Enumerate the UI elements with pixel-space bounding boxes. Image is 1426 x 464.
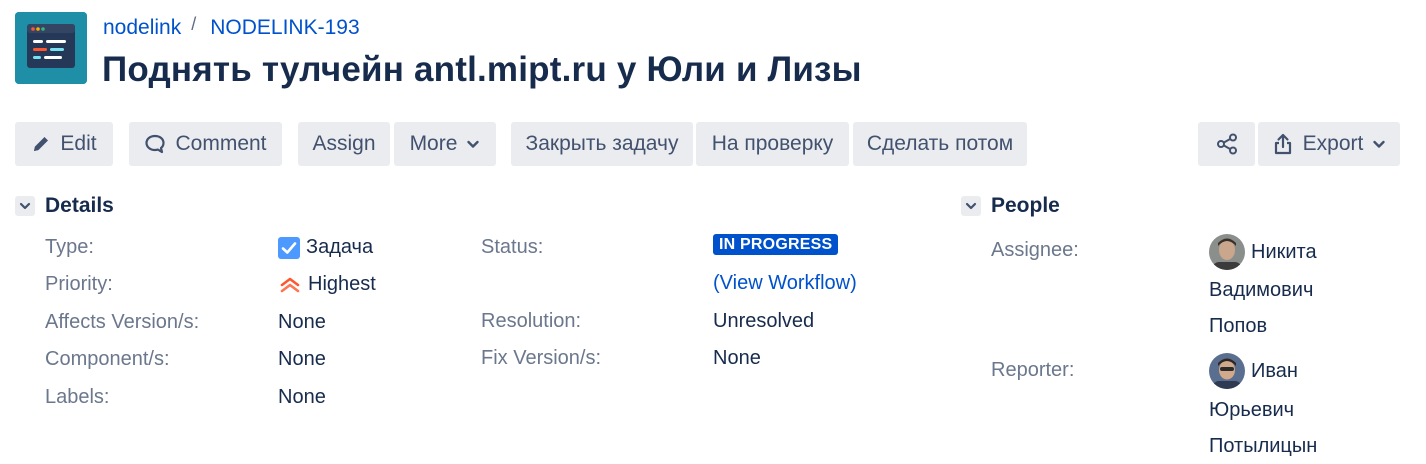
reporter-name-line3: Потылицын	[1209, 435, 1318, 457]
breadcrumb-issue-key-link[interactable]: NODELINK-193	[210, 16, 359, 40]
view-workflow-link[interactable]: View Workflow	[720, 272, 850, 295]
people-toggle[interactable]	[961, 196, 981, 216]
more-button[interactable]: More	[394, 122, 496, 166]
fix-version-label: Fix Version/s:	[481, 347, 602, 369]
close-task-button-label: Закрыть задачу	[525, 132, 679, 155]
edit-button[interactable]: Edit	[15, 122, 113, 166]
breadcrumb-project-link[interactable]: nodelink	[103, 16, 181, 40]
component-value: None	[278, 348, 326, 370]
status-lozenge[interactable]: IN PROGRESS	[713, 234, 839, 255]
comment-button[interactable]: Comment	[129, 122, 282, 166]
people-section-header[interactable]: People	[961, 194, 1060, 218]
view-workflow: ( View Workflow )	[713, 272, 857, 295]
more-button-label: More	[409, 132, 458, 155]
assignee-user[interactable]: Никита	[1209, 234, 1317, 270]
type-value-text: Задача	[306, 236, 374, 258]
affects-version-label: Affects Version/s:	[45, 311, 200, 333]
do-later-button[interactable]: Сделать потом	[853, 122, 1027, 166]
resolution-label: Resolution:	[481, 310, 582, 332]
affects-version-value: None	[278, 311, 326, 333]
share-button[interactable]	[1198, 122, 1255, 166]
labels-value: None	[278, 386, 326, 408]
details-section-header[interactable]: Details	[15, 194, 114, 218]
avatar	[1209, 353, 1245, 389]
user-avatar-icon	[1209, 353, 1245, 389]
assign-button-label: Assign	[312, 132, 376, 155]
task-checkbox-icon	[278, 236, 300, 259]
breadcrumb: nodelink / NODELINK-193	[103, 13, 360, 40]
to-review-button-label: На проверку	[711, 132, 834, 155]
chevron-down-icon	[965, 202, 977, 210]
pencil-icon	[34, 137, 49, 151]
reporter-user[interactable]: Иван	[1209, 353, 1298, 389]
resolution-value: Unresolved	[713, 310, 815, 332]
assignee-name-line1: Никита	[1251, 241, 1317, 263]
chevron-down-icon	[467, 140, 480, 148]
type-label: Type:	[45, 236, 94, 258]
people-heading: People	[991, 194, 1060, 217]
priority-value-text: Highest	[308, 273, 376, 295]
close-task-button[interactable]: Закрыть задачу	[511, 122, 693, 166]
assign-button[interactable]: Assign	[298, 122, 390, 166]
priority-label: Priority:	[45, 273, 113, 295]
project-logo-icon	[15, 12, 87, 84]
project-avatar[interactable]	[15, 12, 87, 84]
comment-bubble-icon	[145, 134, 166, 154]
reporter-name-line2: Юрьевич	[1209, 399, 1295, 421]
workflow-open-paren: (	[713, 272, 720, 294]
component-label: Component/s:	[45, 348, 170, 370]
highest-priority-icon	[280, 277, 300, 292]
avatar	[1209, 234, 1245, 270]
priority-value: Highest	[280, 273, 376, 296]
status-lozenge-text: IN PROGRESS	[713, 234, 839, 255]
export-button-label: Export	[1302, 132, 1364, 155]
chevron-down-icon	[19, 202, 31, 210]
to-review-button[interactable]: На проверку	[696, 122, 849, 166]
assignee-label: Assignee:	[991, 239, 1079, 261]
assignee-name-line3: Попов	[1209, 315, 1268, 337]
details-heading: Details	[45, 194, 114, 217]
do-later-button-label: Сделать потом	[866, 132, 1014, 155]
workflow-close-paren: )	[850, 272, 857, 294]
status-label: Status:	[481, 236, 544, 258]
issue-title[interactable]: Поднять тулчейн antl.mipt.ru у Юли и Лиз…	[102, 50, 862, 90]
export-icon	[1274, 133, 1291, 155]
reporter-label: Reporter:	[991, 359, 1075, 381]
chevron-down-icon	[1373, 140, 1386, 148]
details-toggle[interactable]	[15, 196, 35, 216]
labels-label: Labels:	[45, 386, 110, 408]
user-avatar-icon	[1209, 234, 1245, 270]
comment-button-label: Comment	[175, 132, 267, 155]
fix-version-value: None	[713, 347, 761, 369]
type-value: Задача	[278, 236, 373, 259]
assignee-name-line2: Вадимович	[1209, 279, 1314, 301]
breadcrumb-separator: /	[191, 13, 197, 34]
edit-button-label: Edit	[60, 132, 97, 155]
share-icon	[1216, 133, 1237, 155]
reporter-name-line1: Иван	[1251, 360, 1298, 382]
export-button[interactable]: Export	[1258, 122, 1400, 166]
